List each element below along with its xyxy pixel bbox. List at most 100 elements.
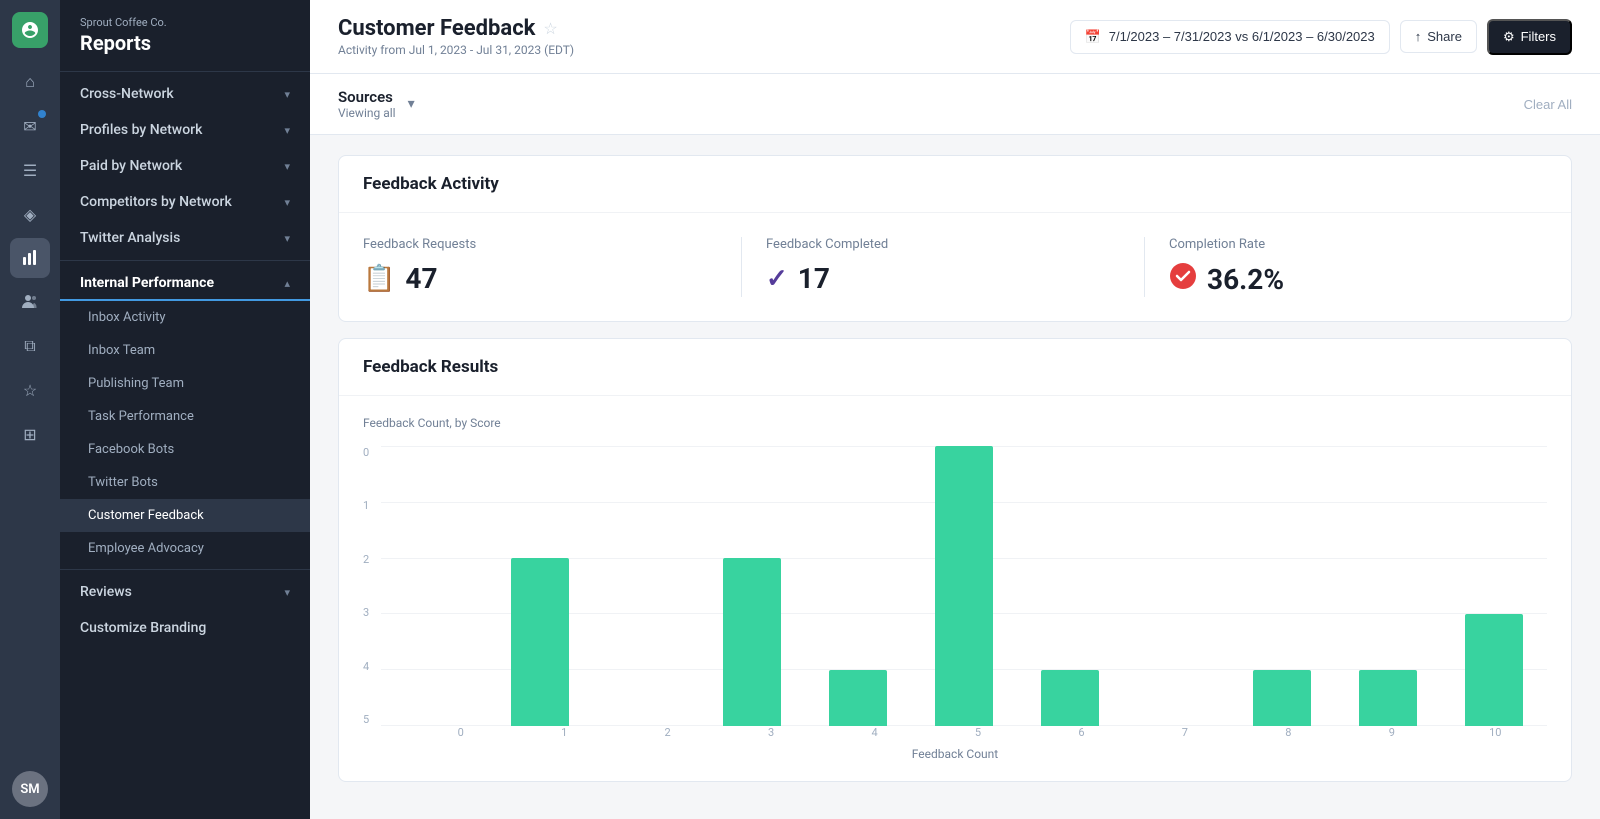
nav-item-internal-performance[interactable]: Internal Performance ▴ [60,265,310,301]
sidebar-item-customer-feedback[interactable]: Customer Feedback [60,499,310,532]
metric-requests-value-row: 📋 47 [363,262,717,295]
clear-all-button[interactable]: Clear All [1524,97,1572,112]
tag-icon[interactable]: ◈ [10,194,50,234]
bar-4 [829,670,887,726]
grid-icon[interactable]: ⊞ [10,414,50,454]
filters-button[interactable]: ⚙ Filters [1487,19,1572,55]
x-tick-5: 5 [926,726,1029,739]
calendar-icon: 📅 [1085,29,1101,45]
chevron-down-icon: ▾ [284,586,290,599]
main-body: Feedback Activity Feedback Requests 📋 47… [310,135,1600,819]
metric-completion-rate: Completion Rate 36.2% [1144,237,1547,297]
sidebar-item-task-performance[interactable]: Task Performance [60,400,310,433]
sidebar-item-employee-advocacy[interactable]: Employee Advocacy [60,532,310,565]
puzzle-icon[interactable]: ⧉ [10,326,50,366]
people-icon[interactable] [10,282,50,322]
header-left: Customer Feedback ☆ Activity from Jul 1,… [338,16,574,57]
y-axis: 5 4 3 2 1 0 [363,446,381,726]
check-icon: ✓ [766,264,788,294]
favorite-icon[interactable]: ☆ [543,19,557,38]
sidebar-item-inbox-activity[interactable]: Inbox Activity [60,301,310,334]
date-range-button[interactable]: 📅 7/1/2023 – 7/31/2023 vs 6/1/2023 – 6/3… [1070,20,1390,54]
x-tick-1: 1 [512,726,615,739]
y-tick-2: 2 [363,553,369,566]
nav-item-cross-network[interactable]: Cross-Network ▾ [60,76,310,112]
sidebar-item-inbox-team[interactable]: Inbox Team [60,334,310,367]
bar-score-2 [593,446,699,726]
sidebar-item-twitter-bots[interactable]: Twitter Bots [60,466,310,499]
bar-score-8 [1229,446,1335,726]
sources-labels: Sources Viewing all [338,88,396,120]
inbox-icon[interactable]: ☰ [10,150,50,190]
bar-3 [723,558,781,726]
nav-item-paid-by-network[interactable]: Paid by Network ▾ [60,148,310,184]
bar-score-4 [805,446,911,726]
company-name: Sprout Coffee Co. [80,16,290,29]
date-range-text: 7/1/2023 – 7/31/2023 vs 6/1/2023 – 6/30/… [1109,29,1375,44]
x-axis-wrapper: 0 1 2 3 4 5 6 7 8 9 10 [409,726,1547,739]
star-sidebar-icon[interactable]: ☆ [10,370,50,410]
metric-requests-label: Feedback Requests [363,237,717,252]
share-button[interactable]: ↑ Share [1400,20,1477,53]
sources-subtitle: Viewing all [338,106,396,120]
nav-item-customize-branding[interactable]: Customize Branding [60,610,310,646]
metric-rate-value: 36.2% [1207,263,1284,296]
metric-completed-value-row: ✓ 17 [766,262,1120,295]
x-axis-title: Feedback Count [363,747,1547,761]
metric-rate-value-row: 36.2% [1169,262,1523,297]
sidebar-item-publishing-team[interactable]: Publishing Team [60,367,310,400]
nav-item-reviews[interactable]: Reviews ▾ [60,574,310,610]
metric-feedback-completed: Feedback Completed ✓ 17 [741,237,1144,297]
icon-sidebar: ⌂ ✉ ☰ ◈ ⧉ ☆ ⊞ SM [0,0,60,819]
app-logo[interactable] [12,12,48,48]
y-tick-1: 1 [363,499,369,512]
sources-bar: Sources Viewing all ▾ Clear All [310,74,1600,135]
bar-score-7 [1123,446,1229,726]
nav-item-twitter-analysis[interactable]: Twitter Analysis ▾ [60,220,310,256]
nav-item-profiles-by-network[interactable]: Profiles by Network ▾ [60,112,310,148]
nav-item-competitors-by-network[interactable]: Competitors by Network ▾ [60,184,310,220]
x-tick-10: 10 [1444,726,1547,739]
sources-chevron-icon: ▾ [408,96,415,112]
x-tick-6: 6 [1030,726,1133,739]
mail-icon[interactable]: ✉ [10,106,50,146]
metric-requests-value: 47 [405,262,437,295]
mail-badge [38,110,46,118]
app-title: Reports [80,31,290,55]
metric-feedback-requests: Feedback Requests 📋 47 [363,237,741,297]
chart-wrapper: 5 4 3 2 1 0 [363,446,1547,761]
bar-chart-icon[interactable] [10,238,50,278]
y-tick-0: 0 [363,446,369,459]
bars-row [381,446,1547,726]
x-tick-8: 8 [1237,726,1340,739]
bar-score-5 [911,446,1017,726]
chevron-up-icon: ▴ [284,277,290,290]
metric-rate-label: Completion Rate [1169,237,1523,252]
main-content: Customer Feedback ☆ Activity from Jul 1,… [310,0,1600,819]
page-title: Customer Feedback [338,16,535,41]
y-tick-5: 5 [363,713,369,726]
avatar[interactable]: SM [12,771,48,807]
x-tick-2: 2 [616,726,719,739]
nav-divider-2 [60,569,310,570]
clipboard-icon: 📋 [363,264,395,294]
chart-with-yaxis: 5 4 3 2 1 0 [363,446,1547,726]
title-row: Customer Feedback ☆ [338,16,574,41]
home-icon[interactable]: ⌂ [10,62,50,102]
metric-completed-value: 17 [798,262,830,295]
bar-score-3 [699,446,805,726]
bar-5 [935,446,993,726]
chart-section: Feedback Count, by Score 5 4 3 2 1 0 [339,396,1571,781]
chart-label: Feedback Count, by Score [363,416,1547,430]
chevron-down-icon: ▾ [284,88,290,101]
bar-score-1 [487,446,593,726]
bar-9 [1359,670,1417,726]
sources-selector[interactable]: Sources Viewing all ▾ [338,74,415,134]
chart-bars-area [381,446,1547,726]
nav-section: Cross-Network ▾ Profiles by Network ▾ Pa… [60,72,310,650]
chevron-down-icon: ▾ [284,196,290,209]
header-right: 📅 7/1/2023 – 7/31/2023 vs 6/1/2023 – 6/3… [1070,19,1572,55]
sidebar-item-facebook-bots[interactable]: Facebook Bots [60,433,310,466]
bar-10 [1465,614,1523,726]
bar-score-6 [1017,446,1123,726]
